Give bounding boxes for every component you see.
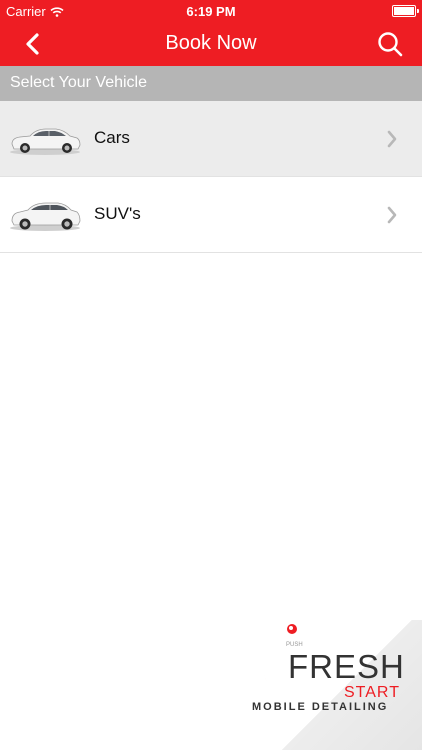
status-time: 6:19 PM (186, 4, 236, 19)
logo-start: START (344, 684, 400, 701)
section-header: Select Your Vehicle (0, 66, 422, 101)
logo-fresh: FRESH (288, 648, 405, 685)
logo-tagline: MOBILE DETAILING (252, 701, 389, 713)
fresh-start-logo: PUSH FRESH START MOBILE DETAILING (240, 614, 410, 724)
suv-image (10, 202, 81, 231)
page-title: Book Now (165, 32, 257, 54)
battery-icon (392, 5, 419, 17)
search-icon[interactable] (376, 30, 404, 58)
nav-bar: Book Now (0, 22, 422, 66)
section-header-label: Select Your Vehicle (10, 74, 147, 91)
vehicle-label-suvs: SUV's (94, 204, 141, 223)
vehicle-label-cars: Cars (94, 128, 130, 147)
chevron-right-icon (387, 206, 397, 224)
vehicle-row-cars[interactable]: Cars (0, 101, 422, 176)
chevron-right-icon (387, 130, 397, 148)
sedan-image (10, 128, 81, 155)
status-bar: Carrier 6:19 PM (0, 0, 422, 22)
vehicle-row-suvs[interactable]: SUV's (0, 176, 422, 253)
